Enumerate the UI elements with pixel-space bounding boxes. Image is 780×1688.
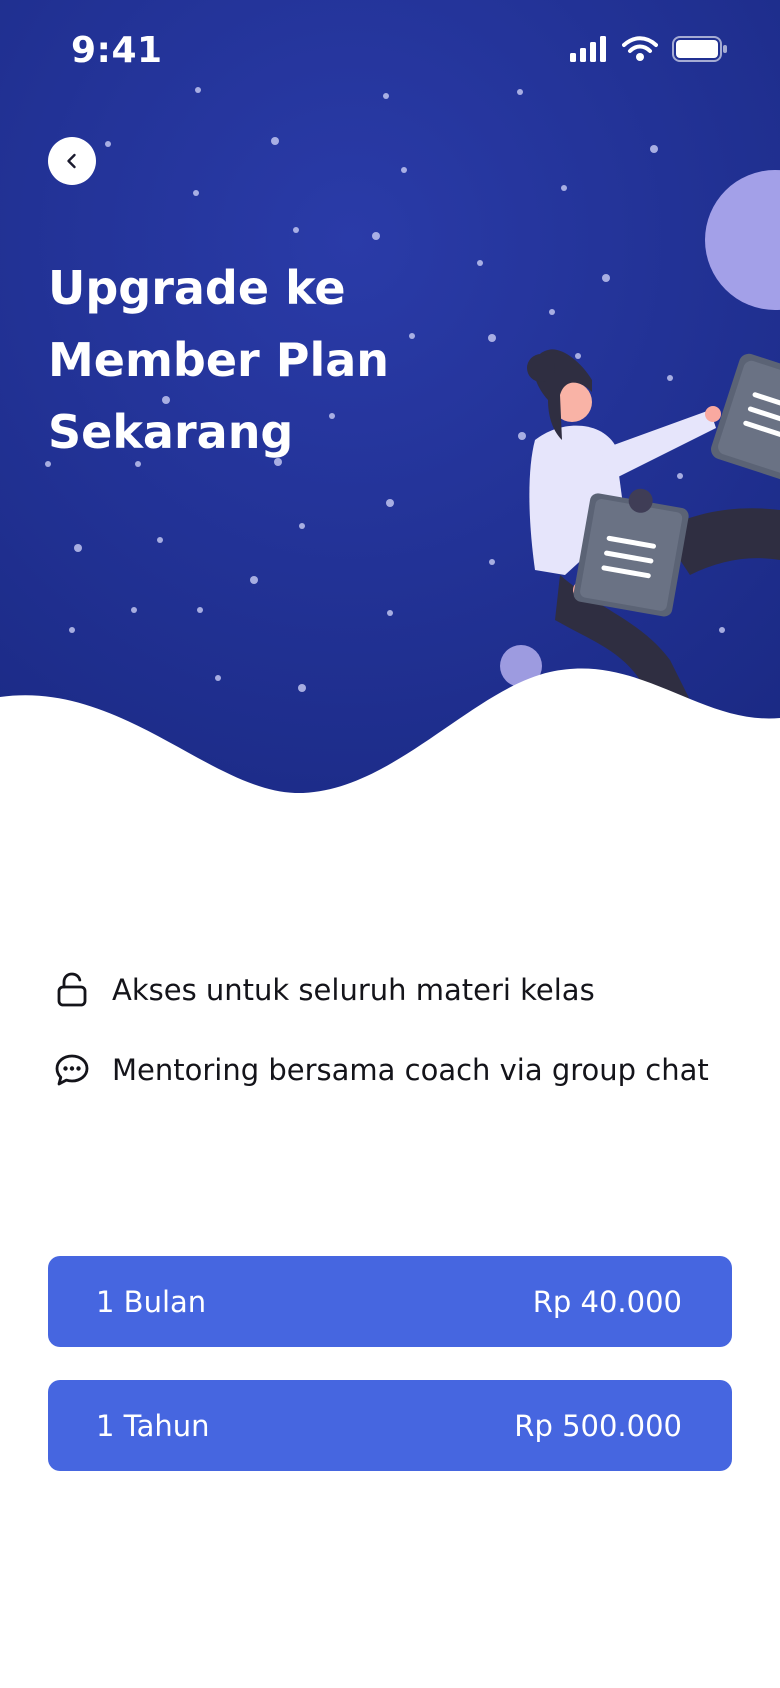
- battery-icon: [672, 36, 727, 62]
- chat-bubble-icon: [52, 1050, 92, 1090]
- feature-label: Mentoring bersama coach via group chat: [112, 1053, 709, 1087]
- feature-item-mentoring: Mentoring bersama coach via group chat: [52, 1030, 752, 1110]
- status-icons: [570, 36, 728, 62]
- signal-icon: [570, 36, 606, 62]
- plan-button-monthly[interactable]: 1 Bulan Rp 40.000: [48, 1256, 732, 1347]
- chevron-left-icon: [67, 153, 76, 169]
- plan-price: Rp 40.000: [532, 1284, 682, 1319]
- back-button[interactable]: [48, 137, 96, 185]
- plan-options: 1 Bulan Rp 40.000 1 Tahun Rp 500.000: [48, 1256, 732, 1504]
- page-title-line: Upgrade ke: [48, 261, 346, 315]
- feature-label: Akses untuk seluruh materi kelas: [112, 973, 595, 1007]
- plan-button-yearly[interactable]: 1 Tahun Rp 500.000: [48, 1380, 732, 1471]
- status-time: 9:41: [71, 30, 163, 71]
- plan-duration: 1 Bulan: [96, 1284, 207, 1319]
- plan-duration: 1 Tahun: [96, 1408, 210, 1443]
- page-title: Upgrade ke Member Plan Sekarang: [48, 252, 468, 468]
- unlock-icon: [52, 970, 92, 1010]
- status-bar: 9:41: [0, 0, 780, 100]
- feature-item-access: Akses untuk seluruh materi kelas: [52, 950, 752, 1030]
- page-title-line: Member Plan: [48, 333, 390, 387]
- plan-price: Rp 500.000: [514, 1408, 682, 1443]
- feature-list: Akses untuk seluruh materi kelas Mentori…: [52, 950, 752, 1110]
- wifi-icon: [622, 36, 658, 61]
- page-title-line: Sekarang: [48, 405, 294, 459]
